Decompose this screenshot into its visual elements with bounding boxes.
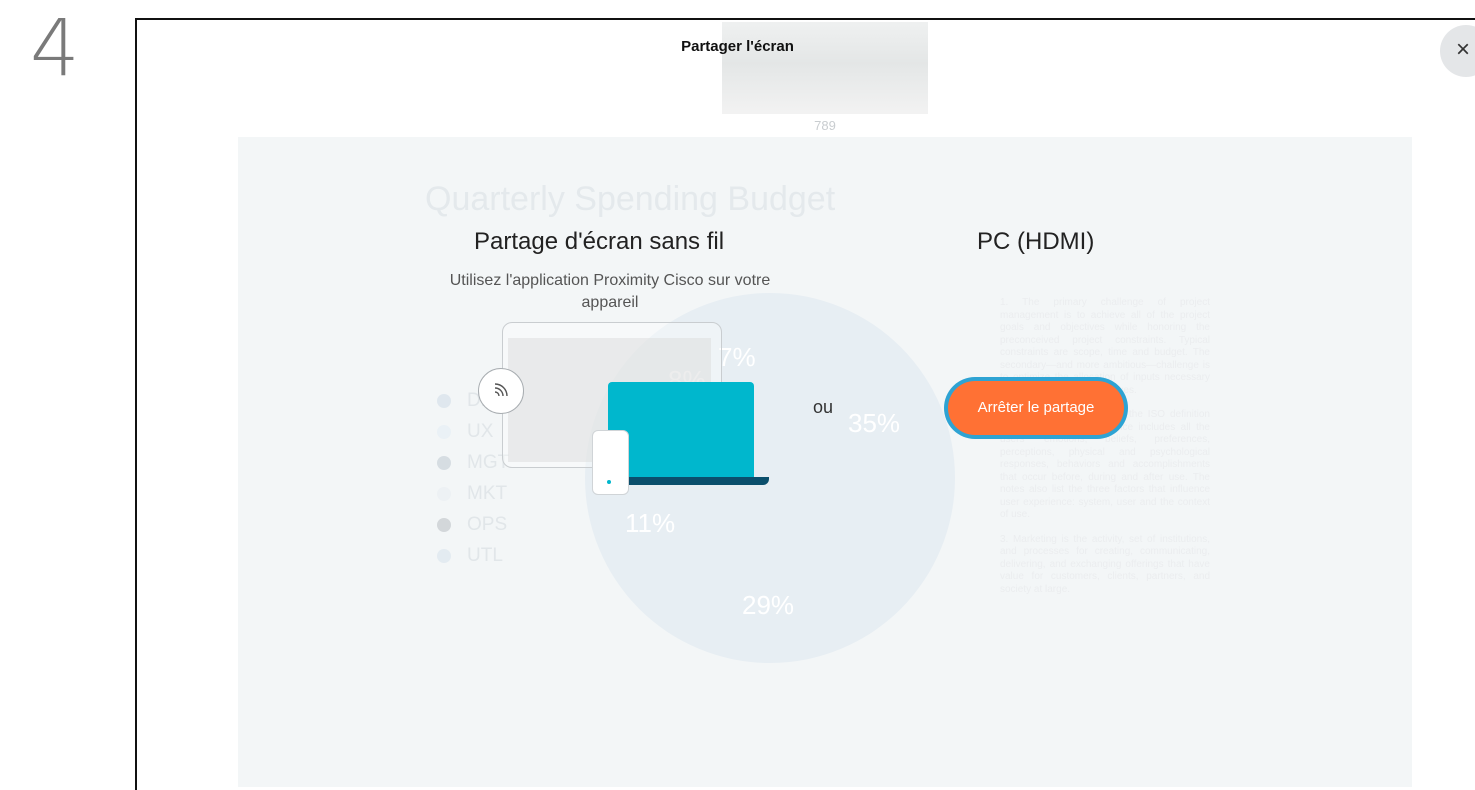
- or-separator: ou: [813, 397, 834, 417]
- thumbnail-caption: 789: [814, 118, 836, 133]
- wireless-share-title: Partage d'écran sans fil: [474, 228, 725, 255]
- legend-item: MKT: [437, 478, 509, 509]
- legend-label: OPS: [467, 513, 508, 535]
- page-title: Partager l'écran: [681, 38, 794, 55]
- pie-label: 35%: [848, 408, 901, 438]
- stop-sharing-button[interactable]: Arrêter le partage: [948, 381, 1124, 435]
- call-thumbnail: [722, 22, 928, 114]
- legend-dot: [437, 548, 451, 563]
- legend-dot: [437, 455, 451, 470]
- doc-paragraph: 3. Marketing is the activity, set of ins…: [1000, 533, 1210, 595]
- legend-label: MKT: [467, 482, 508, 504]
- legend-dot: [437, 517, 451, 532]
- pie-label: 7%: [718, 342, 756, 372]
- legend-dot: [437, 424, 451, 439]
- phone-icon: [592, 430, 629, 495]
- legend-dot: [437, 393, 451, 408]
- legend-dot: [437, 486, 451, 501]
- legend-label: UX: [467, 420, 494, 442]
- phone-button: [607, 480, 611, 484]
- wireless-share-instructions: Utilisez l'application Proximity Cisco s…: [449, 272, 771, 311]
- legend-item: OPS: [437, 509, 509, 540]
- legend-item: UTL: [437, 540, 509, 571]
- slide-title: Quarterly Spending Budget: [425, 180, 836, 218]
- slide-document-text: 1. The primary challenge of project mana…: [1000, 297, 1210, 608]
- legend-item: UX: [437, 416, 509, 447]
- proximity-icon: [478, 368, 524, 414]
- legend-label: UTL: [467, 544, 503, 566]
- legend-item: MGT: [437, 447, 509, 478]
- laptop-icon: [608, 382, 754, 478]
- pie-label: 11%: [625, 508, 676, 538]
- pie-label: 29%: [742, 590, 795, 620]
- pc-hdmi-title: PC (HDMI): [977, 228, 1095, 255]
